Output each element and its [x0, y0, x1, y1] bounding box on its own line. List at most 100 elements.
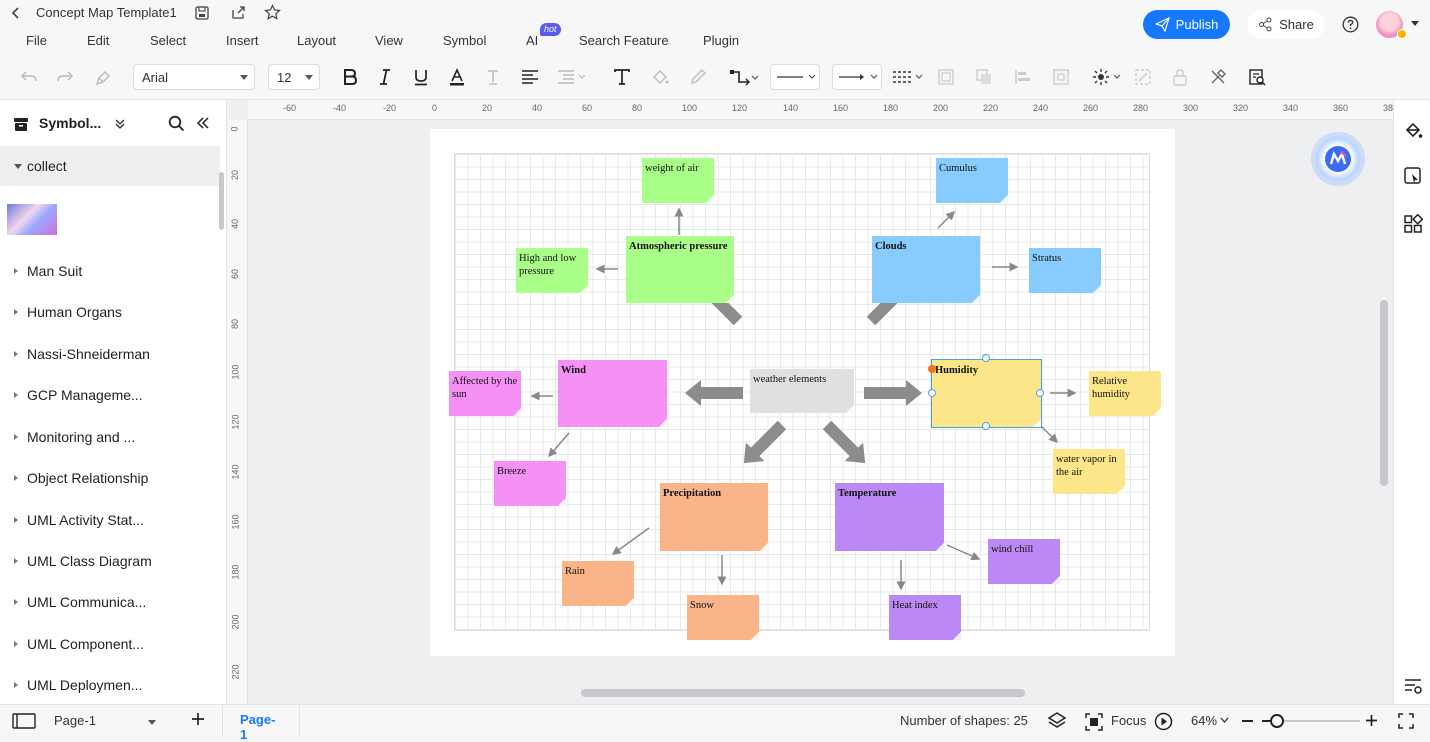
collapse-panel-icon[interactable] — [196, 116, 210, 130]
library-item[interactable]: UML Class Diagram — [0, 541, 220, 581]
note-heat-index[interactable]: Heat index — [889, 595, 961, 640]
align-objects-icon[interactable] — [1010, 64, 1036, 90]
tab-page-1[interactable]: Page-1 — [222, 705, 300, 742]
line-style-select[interactable] — [770, 64, 820, 90]
size-icon[interactable] — [1048, 64, 1074, 90]
lock-icon[interactable] — [1167, 64, 1193, 90]
arrow-style-select[interactable] — [832, 64, 882, 90]
zoom-level[interactable]: 64% — [1191, 713, 1217, 728]
back-icon[interactable] — [9, 6, 23, 20]
layers-icon[interactable] — [1047, 711, 1067, 731]
block-arrow-down-left[interactable] — [735, 416, 792, 473]
focus-label[interactable]: Focus — [1111, 713, 1146, 728]
connector-icon[interactable] — [727, 64, 761, 90]
resize-handle[interactable] — [982, 354, 990, 362]
menu-file[interactable]: File — [26, 33, 47, 48]
back-layer-icon[interactable] — [971, 64, 997, 90]
note-atmospheric-pressure[interactable]: Atmospheric pressure — [626, 236, 734, 303]
library-item[interactable]: Human Organs — [0, 292, 220, 332]
note-relative-humidity[interactable]: Relative humidity — [1089, 371, 1161, 416]
library-item[interactable]: UML Component... — [0, 624, 220, 664]
menu-select[interactable]: Select — [150, 33, 186, 48]
align-icon[interactable] — [517, 64, 543, 90]
connector-arrow[interactable] — [548, 432, 570, 458]
export-icon[interactable] — [230, 5, 246, 21]
note-temperature[interactable]: Temperature — [835, 483, 944, 551]
style-paint-icon[interactable] — [1403, 120, 1423, 140]
line-weight-icon[interactable] — [890, 64, 924, 90]
library-item[interactable]: UML Deploymen... — [0, 665, 220, 704]
note-humidity[interactable]: Humidity — [931, 359, 1042, 428]
front-icon[interactable] — [933, 64, 959, 90]
canvas-area[interactable]: -60 -40 -20 0 20 40 60 80 100 120 140 16… — [228, 100, 1393, 704]
library-item[interactable]: Nassi-Shneiderman — [0, 334, 220, 374]
note-rain[interactable]: Rain — [562, 561, 634, 606]
note-wind[interactable]: Wind — [558, 360, 667, 427]
settings-list-icon[interactable] — [1403, 676, 1423, 696]
ai-assistant-button[interactable] — [1314, 135, 1362, 183]
library-item[interactable]: GCP Manageme... — [0, 375, 220, 415]
fullscreen-icon[interactable] — [1398, 713, 1414, 729]
menu-view[interactable]: View — [375, 33, 403, 48]
menu-edit[interactable]: Edit — [87, 33, 109, 48]
star-icon[interactable] — [264, 4, 281, 21]
fill-bucket-icon[interactable] — [647, 64, 673, 90]
undo-icon[interactable] — [16, 64, 42, 90]
block-arrow-left[interactable] — [685, 380, 743, 406]
connector-arrow[interactable] — [1039, 424, 1059, 444]
find-replace-icon[interactable] — [1244, 64, 1270, 90]
distribute-icon[interactable] — [1090, 64, 1124, 90]
menu-symbol[interactable]: Symbol — [443, 33, 486, 48]
shape-edit-icon[interactable] — [1403, 166, 1423, 186]
library-item[interactable]: Man Suit — [0, 251, 220, 291]
menu-search-feature[interactable]: Search Feature — [579, 33, 669, 48]
play-icon[interactable] — [1154, 712, 1173, 731]
rotate-handle[interactable] — [928, 365, 936, 373]
format-painter-icon[interactable] — [91, 64, 117, 90]
sidebar-scrollbar[interactable] — [219, 172, 224, 230]
connector-arrow[interactable] — [611, 527, 650, 555]
group-icon[interactable] — [1130, 64, 1156, 90]
library-item[interactable]: UML Activity Stat... — [0, 500, 220, 540]
focus-icon[interactable] — [1085, 713, 1103, 731]
menu-layout[interactable]: Layout — [297, 33, 336, 48]
note-wind-chill[interactable]: wind chill — [988, 539, 1060, 584]
note-high-low-pressure[interactable]: High and low pressure — [516, 248, 588, 293]
search-icon[interactable] — [168, 115, 185, 132]
note-snow[interactable]: Snow — [687, 595, 759, 640]
italic-icon[interactable] — [372, 64, 398, 90]
help-icon[interactable] — [1342, 16, 1359, 33]
horizontal-scrollbar[interactable] — [581, 689, 1025, 697]
note-water-vapor[interactable]: water vapor in the air — [1053, 449, 1125, 494]
note-clouds[interactable]: Clouds — [872, 236, 980, 303]
note-weight-of-air[interactable]: weight of air — [642, 158, 714, 203]
save-icon[interactable] — [194, 5, 210, 21]
page-panel-icon[interactable] — [12, 713, 36, 729]
library-item[interactable]: Object Relationship — [0, 458, 220, 498]
menu-plugin[interactable]: Plugin — [703, 33, 739, 48]
resize-handle[interactable] — [982, 422, 990, 430]
page-selector[interactable]: Page-1 — [46, 709, 162, 733]
vertical-scrollbar[interactable] — [1380, 300, 1388, 486]
note-precipitation[interactable]: Precipitation — [660, 483, 768, 551]
share-button[interactable]: Share — [1247, 10, 1325, 39]
apps-grid-icon[interactable] — [1403, 214, 1423, 234]
connector-arrow[interactable] — [937, 210, 956, 229]
resize-handle[interactable] — [928, 389, 936, 397]
pen-icon[interactable] — [685, 64, 711, 90]
library-item[interactable]: Monitoring and ... — [0, 417, 220, 457]
note-cumulus[interactable]: Cumulus — [936, 158, 1008, 203]
line-spacing-icon[interactable] — [555, 64, 589, 90]
zoom-slider-thumb[interactable] — [1270, 714, 1284, 728]
account-caret-icon[interactable] — [1411, 21, 1419, 26]
zoom-chevron-down-icon[interactable] — [1220, 717, 1229, 724]
zoom-out-icon[interactable] — [1242, 720, 1253, 722]
menu-insert[interactable]: Insert — [226, 33, 259, 48]
document-title[interactable]: Concept Map Template1 — [36, 5, 177, 20]
diagram-page[interactable]: weight of air Atmospheric pressure High … — [430, 129, 1175, 656]
collect-section[interactable]: collect — [0, 146, 220, 186]
text-clear-icon[interactable] — [480, 64, 506, 90]
text-tool-icon[interactable] — [609, 64, 635, 90]
redo-icon[interactable] — [52, 64, 78, 90]
block-arrow-right[interactable] — [864, 380, 922, 406]
